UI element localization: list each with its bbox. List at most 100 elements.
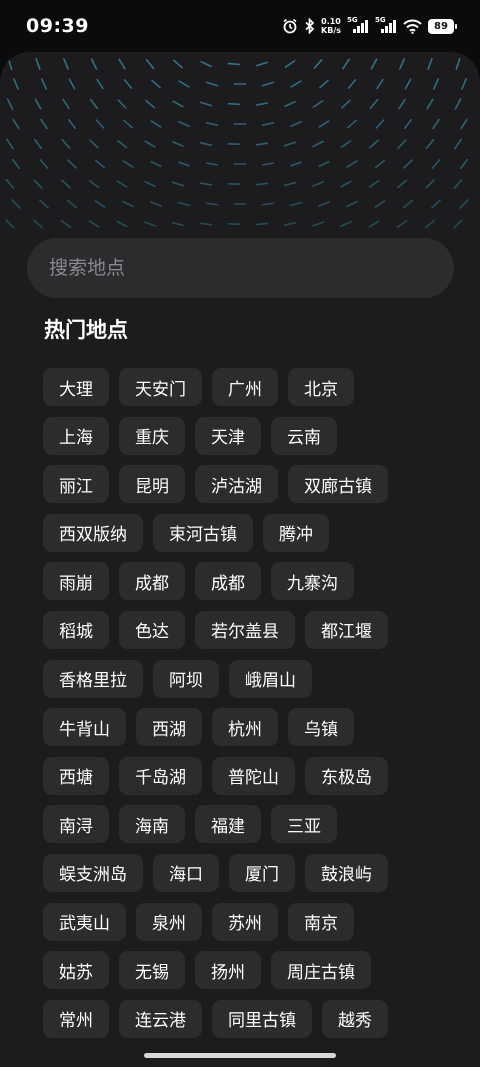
pattern-dash — [453, 179, 463, 189]
pattern-dash — [5, 219, 15, 229]
place-tag[interactable]: 若尔盖县 — [195, 610, 295, 649]
pattern-dash — [347, 119, 357, 129]
place-tag[interactable]: 千岛湖 — [119, 756, 202, 795]
place-tag[interactable]: 广州 — [212, 368, 278, 406]
status-bar: 09:39 0.10 KB/s 5G 5G 89 — [0, 0, 480, 52]
place-tag[interactable]: 束河古镇 — [153, 513, 253, 552]
place-tag[interactable]: 姑苏 — [43, 951, 109, 990]
place-tag[interactable]: 无锡 — [119, 951, 185, 990]
place-tag[interactable]: 大理 — [43, 368, 109, 406]
place-tag[interactable]: 苏州 — [212, 902, 278, 941]
pattern-dash — [261, 122, 275, 126]
pattern-dash — [255, 142, 269, 146]
place-tag[interactable]: 天津 — [195, 416, 261, 455]
pattern-dash — [425, 138, 435, 150]
place-tag[interactable]: 阿坝 — [153, 659, 219, 698]
tag-row: 武夷山 泉州 苏州 南京 — [43, 902, 443, 941]
pattern-dash — [11, 158, 21, 170]
place-tag[interactable]: 丽江 — [43, 465, 109, 504]
battery-indicator: 89 — [428, 18, 457, 34]
search-bar[interactable] — [27, 238, 454, 298]
pattern-dash — [461, 78, 467, 90]
place-tag[interactable]: 常州 — [43, 999, 109, 1038]
pattern-dash — [459, 199, 469, 209]
pattern-dash — [13, 78, 19, 90]
place-tag[interactable]: 上海 — [43, 416, 109, 455]
tag-row: 丽江 昆明 泸沽湖 双廊古镇 — [43, 465, 443, 504]
tag-row: 西塘 千岛湖 普陀山 东极岛 — [43, 756, 443, 795]
place-tag[interactable]: 厦门 — [229, 853, 295, 892]
pattern-dash — [205, 202, 219, 206]
place-tag[interactable]: 西湖 — [136, 708, 202, 747]
place-tag[interactable]: 重庆 — [119, 416, 185, 455]
place-tag[interactable]: 扬州 — [195, 951, 261, 990]
place-tag[interactable]: 同里古镇 — [212, 999, 312, 1038]
place-tag[interactable]: 色达 — [119, 610, 185, 649]
pattern-dash — [123, 78, 133, 90]
pattern-dash — [284, 100, 296, 108]
place-tag[interactable]: 南浔 — [43, 805, 109, 844]
place-tag[interactable]: 成都 — [195, 562, 261, 601]
place-tag[interactable]: 香格里拉 — [43, 659, 143, 698]
pattern-dash — [122, 160, 134, 168]
pattern-dash — [340, 180, 352, 188]
pattern-dash — [88, 179, 100, 189]
pattern-dash — [311, 221, 325, 227]
pattern-dash — [289, 201, 303, 207]
place-tag[interactable]: 越秀 — [322, 999, 388, 1038]
pattern-dash — [319, 79, 329, 89]
place-tag[interactable]: 九寨沟 — [271, 562, 354, 601]
signal-1: 5G — [347, 16, 369, 33]
place-tag[interactable]: 乌镇 — [288, 708, 354, 747]
pattern-dash — [454, 138, 462, 150]
home-indicator[interactable] — [144, 1053, 336, 1058]
bluetooth-icon — [305, 18, 315, 34]
pattern-dash — [425, 179, 435, 189]
place-tag[interactable]: 周庄古镇 — [271, 951, 371, 990]
place-tag[interactable]: 海口 — [153, 853, 219, 892]
pattern-dash — [33, 219, 43, 229]
place-tag[interactable]: 武夷山 — [43, 902, 126, 941]
place-tag[interactable]: 昆明 — [119, 465, 185, 504]
network-speed-unit: KB/s — [321, 26, 341, 35]
pattern-dash — [116, 139, 128, 149]
place-tag[interactable]: 泸沽湖 — [195, 465, 278, 504]
pattern-dash — [261, 162, 275, 166]
place-tag[interactable]: 杭州 — [212, 708, 278, 747]
place-tag[interactable]: 雨崩 — [43, 562, 109, 601]
place-tag[interactable]: 鼓浪屿 — [305, 853, 388, 892]
place-tag[interactable]: 云南 — [271, 416, 337, 455]
pattern-dash — [116, 220, 128, 228]
place-tag[interactable]: 海南 — [119, 805, 185, 844]
place-tag[interactable]: 稻城 — [43, 610, 109, 649]
place-tag[interactable]: 三亚 — [271, 805, 337, 844]
place-tag[interactable]: 北京 — [288, 368, 354, 406]
pattern-dash — [118, 58, 126, 70]
place-tag[interactable]: 西塘 — [43, 756, 109, 795]
place-tag[interactable]: 蜈支洲岛 — [43, 853, 143, 892]
place-tag[interactable]: 东极岛 — [305, 756, 388, 795]
pattern-dash — [205, 122, 219, 126]
place-tag[interactable]: 西双版纳 — [43, 513, 143, 552]
place-tag[interactable]: 成都 — [119, 562, 185, 601]
place-tag[interactable]: 牛背山 — [43, 708, 126, 747]
search-input[interactable] — [49, 257, 454, 279]
place-tag[interactable]: 泉州 — [136, 902, 202, 941]
place-tag[interactable]: 都江堰 — [305, 610, 388, 649]
pattern-dash — [368, 180, 380, 188]
place-tag[interactable]: 连云港 — [119, 999, 202, 1038]
place-tag[interactable]: 腾冲 — [263, 513, 329, 552]
pattern-dash — [342, 58, 350, 70]
place-tag[interactable]: 峨眉山 — [229, 659, 312, 698]
signal-2: 5G — [375, 16, 397, 33]
pattern-dash — [261, 81, 275, 87]
place-tag[interactable]: 南京 — [288, 902, 354, 941]
place-tag[interactable]: 天安门 — [119, 368, 202, 406]
pattern-dash — [117, 99, 127, 109]
pattern-dash — [398, 98, 406, 110]
pattern-dash — [368, 220, 380, 228]
place-tag[interactable]: 福建 — [195, 805, 261, 844]
tag-row: 蜈支洲岛 海口 厦门 鼓浪屿 — [43, 853, 443, 892]
place-tag[interactable]: 双廊古镇 — [288, 465, 388, 504]
place-tag[interactable]: 普陀山 — [212, 756, 295, 795]
